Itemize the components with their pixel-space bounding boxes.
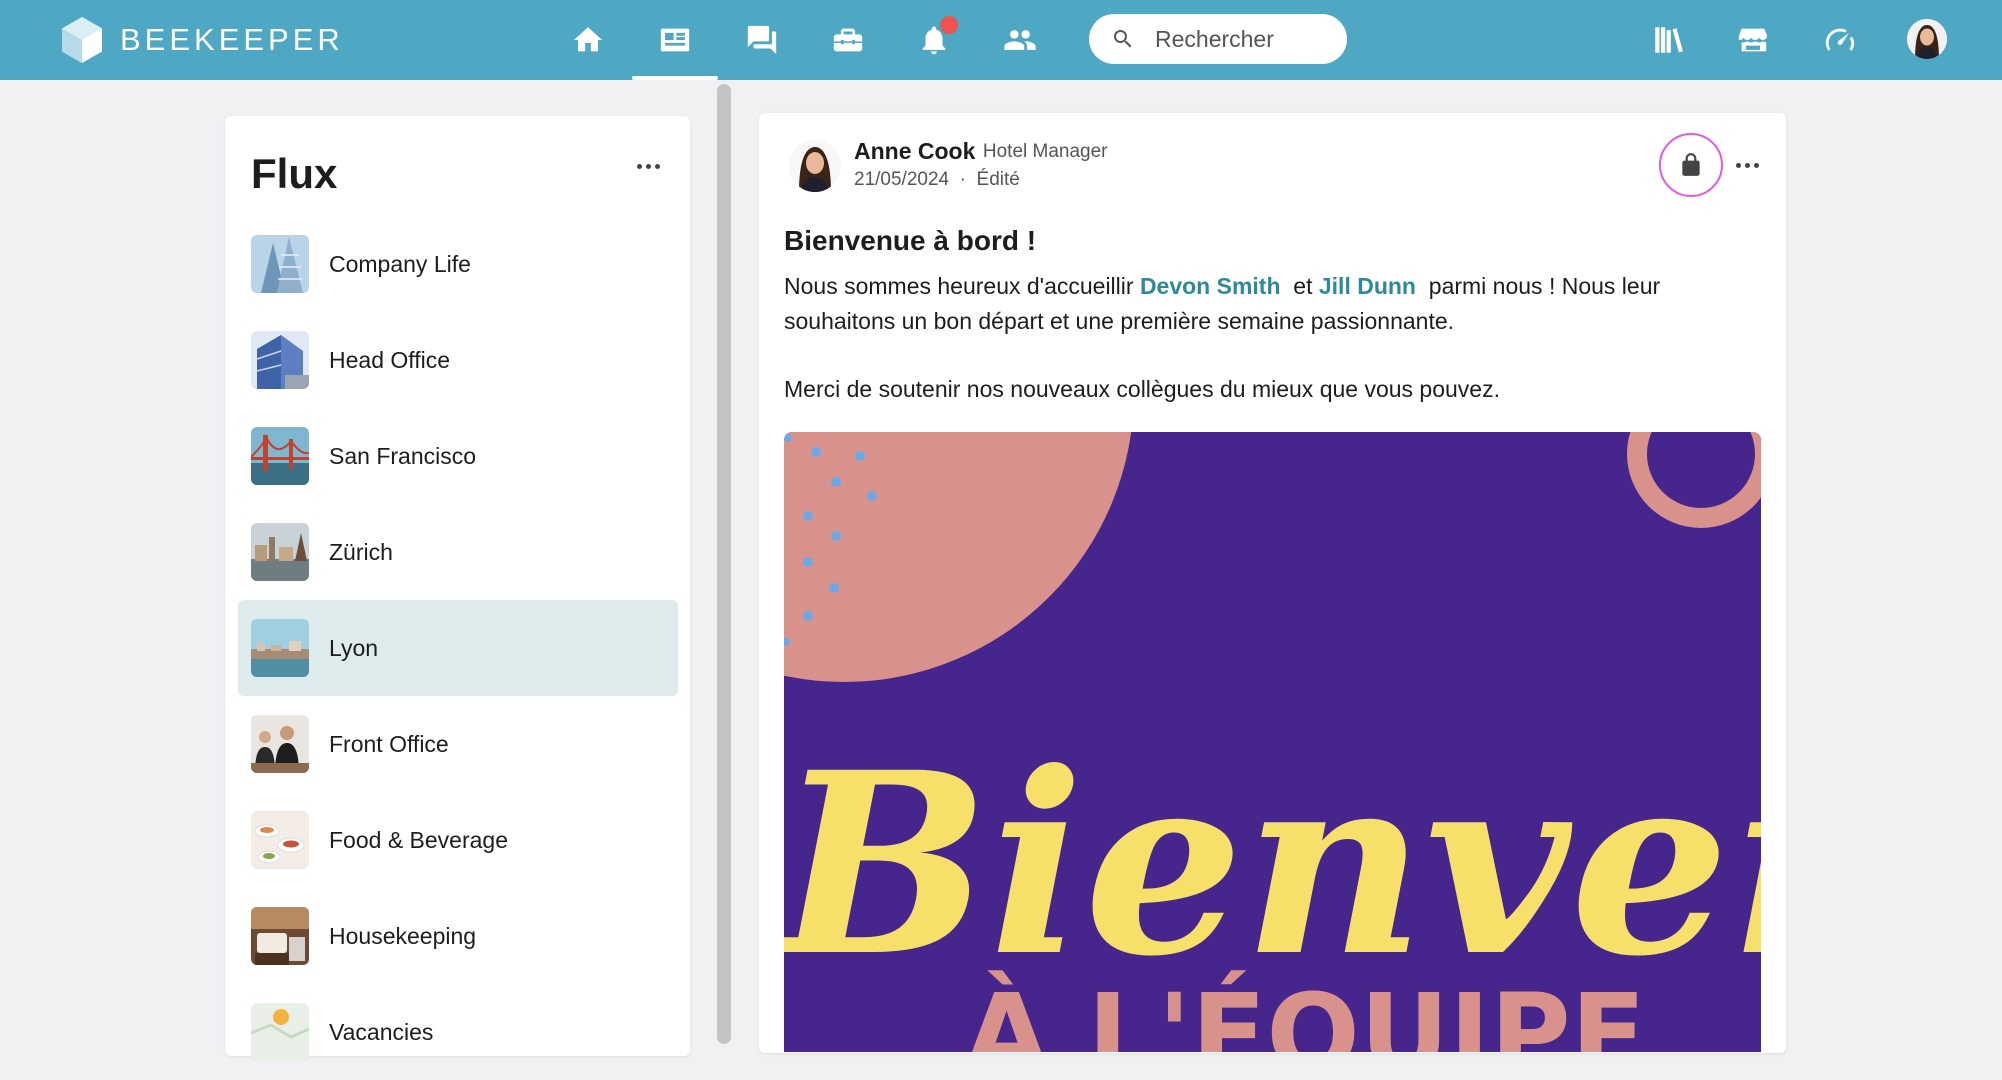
streams-icon [660,28,690,52]
nav-people[interactable] [998,18,1042,62]
stream-label: Zürich [329,538,393,565]
stream-item-head-office[interactable]: Head Office [238,312,678,408]
post-edited-label: Édité [976,169,1020,190]
brand-name: BEEKEEPER [120,22,344,57]
stream-label: Vacancies [329,1018,434,1045]
nav-marketplace[interactable] [1731,18,1775,62]
brand[interactable]: BEEKEEPER [62,16,344,64]
stream-thumbnail [251,811,309,869]
stream-item-front-office[interactable]: Front Office [238,696,678,792]
stream-item-housekeeping[interactable]: Housekeeping [238,888,678,984]
role-separator: · [966,141,973,162]
home-icon [573,27,603,52]
stream-label: Front Office [329,730,449,757]
post-author-name[interactable]: Anne Cook [854,138,975,165]
people-icon [1004,30,1036,50]
gauge-icon [1825,28,1855,51]
meta-separator: · [959,169,966,190]
post-date: 21/05/2024 [854,169,950,190]
chat-icon [747,25,777,55]
nav-tools[interactable] [826,18,870,62]
role-text: Hotel Manager [982,141,1108,162]
post-meta: 21/05/2024 · Édité [854,169,1020,191]
more-dots-icon [1736,163,1741,168]
stream-label: Head Office [329,346,451,373]
stream-label: Lyon [329,634,379,661]
panel-title: Flux [251,150,338,197]
image-main-text: Bienvenu [784,717,1761,1011]
stream-thumbnail [251,1003,309,1061]
welcome-banner-image: Bienvenu À L'ÉQUIPE [784,432,1761,1052]
body-prefix: Nous sommes heureux d'accueillir [784,273,1134,299]
more-dots-icon [637,164,642,169]
top-bar: BEEKEEPER [0,0,2002,80]
nav-streams[interactable] [653,18,697,62]
notification-badge [940,16,958,34]
stream-thumbnail [251,331,309,389]
stream-list: Company Life Head Office San Francisco Z… [238,216,678,1080]
active-nav-indicator [632,76,718,80]
post-card: Anne Cook · Hotel Manager 21/05/2024 · É… [759,113,1786,1053]
nav-home[interactable] [566,18,610,62]
stream-item-food-beverage[interactable]: Food & Beverage [238,792,678,888]
stream-label: San Francisco [329,442,477,469]
beekeeper-logo-icon [62,17,102,63]
stream-label: Food & Beverage [329,826,509,853]
stream-label: Company Life [329,250,471,277]
stream-item-company-life[interactable]: Company Life [238,216,678,312]
user-avatar[interactable] [1907,19,1947,59]
stream-thumbnail [251,715,309,773]
post-more-menu[interactable] [1734,155,1764,175]
stream-item-zurich[interactable]: Zürich [238,504,678,600]
library-icon [1655,27,1683,53]
nav-dashboard[interactable] [1818,18,1862,62]
lock-icon [1682,153,1700,176]
stream-panel: Flux Company Life Head Office San Franci… [225,116,690,1061]
stream-thumbnail [251,907,309,965]
post-image[interactable]: Bienvenu À L'ÉQUIPE [784,432,1761,1052]
stream-thumbnail [251,619,309,677]
search-icon [1114,30,1132,48]
mention-devon-smith[interactable]: Devon Smith [1140,273,1281,299]
post-body: Nous sommes heureux d'accueillir Devon S… [784,269,1764,407]
search-input[interactable] [1153,24,1337,54]
stream-label: Housekeeping [329,922,477,949]
store-icon [1738,28,1768,52]
stream-item-lyon[interactable]: Lyon [238,600,678,696]
stream-thumbnail [251,235,309,293]
stream-thumbnail [251,523,309,581]
stream-item-vacancies[interactable]: Vacancies [238,984,678,1080]
post-paragraph-1: Nous sommes heureux d'accueillir Devon S… [784,269,1764,339]
panel-more-menu[interactable] [635,156,665,180]
nav-chats[interactable] [740,18,784,62]
image-sub-text: À L'ÉQUIPE [964,969,1646,1052]
user-avatar-image [1907,19,1947,59]
author-avatar-image [789,140,841,192]
mention-jill-dunn[interactable]: Jill Dunn [1319,273,1416,299]
toolbox-icon [833,28,863,52]
search-box[interactable] [1089,14,1347,64]
panel-scrollbar[interactable] [717,84,731,1044]
post-title: Bienvenue à bord ! [784,225,1037,256]
post-author-role: · Hotel Manager [966,141,1108,163]
lock-button[interactable] [1659,133,1723,197]
post-author-avatar[interactable] [789,140,841,192]
nav-library[interactable] [1646,18,1690,62]
stream-thumbnail [251,427,309,485]
post-paragraph-2: Merci de soutenir nos nouveaux collègues… [784,376,1500,402]
body-connector: et [1293,273,1313,299]
stream-item-san-francisco[interactable]: San Francisco [238,408,678,504]
